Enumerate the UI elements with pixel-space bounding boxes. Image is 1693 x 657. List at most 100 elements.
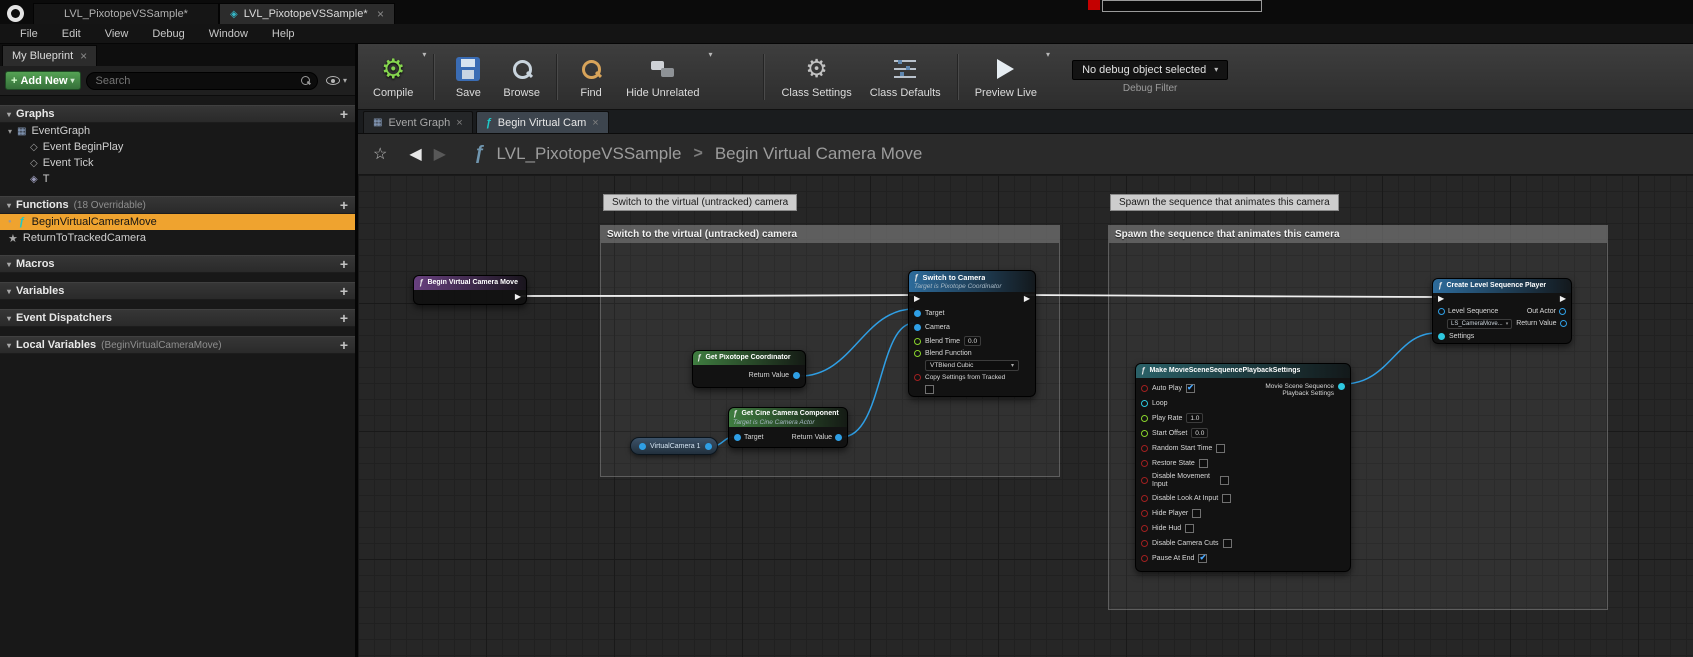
auto-play-checkbox[interactable]: ✔	[1186, 384, 1195, 393]
search-box[interactable]	[86, 72, 318, 90]
start-offset-value[interactable]: 0.0	[1191, 428, 1208, 438]
my-blueprint-tab[interactable]: My Blueprint ×	[2, 45, 97, 66]
add-new-button[interactable]: + Add New ▾	[5, 71, 81, 90]
comment-box-title[interactable]: Spawn the sequence that animates this ca…	[1109, 226, 1607, 243]
bool-pin[interactable]	[1141, 510, 1148, 517]
hide-unrelated-button[interactable]: Hide Unrelated	[617, 50, 708, 103]
close-icon[interactable]: ×	[592, 117, 598, 129]
menu-file[interactable]: File	[8, 25, 50, 43]
favorite-star-icon[interactable]: ☆	[373, 144, 387, 164]
node-get-pixotope-coordinator[interactable]: ƒ Get Pixotope Coordinator Return Value	[692, 350, 806, 388]
exec-input-pin[interactable]: ▶	[914, 295, 920, 303]
add-local-variable-button[interactable]: +	[340, 338, 348, 352]
class-settings-button[interactable]: ⚙ Class Settings	[772, 50, 860, 103]
node-begin-virtual-camera-move[interactable]: ƒ Begin Virtual Camera Move ▶	[413, 275, 527, 305]
compile-options-chevron-icon[interactable]: ▾	[422, 50, 426, 59]
bool-pin[interactable]	[1141, 460, 1148, 467]
blend-time-pin[interactable]	[914, 338, 921, 345]
struct-pin[interactable]	[1141, 400, 1148, 407]
target-pin[interactable]	[914, 310, 921, 317]
camera-pin[interactable]	[914, 324, 921, 331]
tree-item-event-t[interactable]: ◈ T	[0, 171, 355, 187]
back-arrow-icon[interactable]: ◀	[409, 144, 421, 164]
pause-at-end-checkbox[interactable]: ✔	[1198, 554, 1207, 563]
node-switch-to-camera[interactable]: ƒ Switch to Camera Target is Pixotope Co…	[908, 270, 1036, 397]
restore-state-checkbox[interactable]: ✔	[1199, 459, 1208, 468]
class-defaults-button[interactable]: Class Defaults	[861, 50, 950, 103]
add-event-dispatcher-button[interactable]: +	[340, 311, 348, 325]
play-rate-value[interactable]: 1.0	[1186, 413, 1203, 423]
bool-pin[interactable]	[1141, 477, 1148, 484]
document-tab-active[interactable]: ◈ LVL_PixotopeVSSample* ×	[219, 3, 395, 24]
tree-item-eventgraph[interactable]: ▾ ▦ EventGraph	[0, 123, 355, 139]
float-pin[interactable]	[1141, 415, 1148, 422]
menu-help[interactable]: Help	[260, 25, 307, 43]
menu-edit[interactable]: Edit	[50, 25, 93, 43]
close-icon[interactable]: ×	[456, 117, 462, 129]
bool-pin[interactable]	[1141, 555, 1148, 562]
find-button[interactable]: Find	[565, 50, 617, 103]
exec-input-pin[interactable]: ▶	[1438, 295, 1444, 303]
tree-item-begin-virtual-camera-move[interactable]: ● ƒ BeginVirtualCameraMove	[0, 214, 355, 230]
out-actor-pin[interactable]	[1559, 308, 1566, 315]
tab-event-graph[interactable]: ▦ Event Graph ×	[363, 111, 473, 133]
bool-pin[interactable]	[1141, 445, 1148, 452]
bool-pin[interactable]	[1141, 540, 1148, 547]
disable-camera-cuts-checkbox[interactable]: ✔	[1223, 539, 1232, 548]
bool-pin[interactable]	[1141, 525, 1148, 532]
comment-bubble[interactable]: Spawn the sequence that animates this ca…	[1110, 194, 1339, 211]
menu-view[interactable]: View	[93, 25, 141, 43]
add-graph-button[interactable]: +	[340, 107, 348, 121]
node-make-playback-settings[interactable]: ƒ Make MovieSceneSequencePlaybackSetting…	[1135, 363, 1351, 572]
float-pin[interactable]	[1141, 430, 1148, 437]
return-value-pin[interactable]	[793, 372, 800, 379]
tree-item-event-beginplay[interactable]: ◇ Event BeginPlay	[0, 139, 355, 155]
blend-time-value[interactable]: 0.0	[964, 336, 981, 346]
preview-live-chevron-icon[interactable]: ▾	[1046, 50, 1050, 59]
close-icon[interactable]: ×	[377, 8, 384, 20]
level-sequence-pin[interactable]	[1438, 308, 1445, 315]
bool-pin[interactable]	[1141, 495, 1148, 502]
return-value-pin[interactable]	[1560, 320, 1567, 327]
hide-hud-checkbox[interactable]: ✔	[1185, 524, 1194, 533]
level-sequence-asset-dropdown[interactable]: LS_CameraMove... ▾	[1447, 319, 1512, 329]
local-variables-section-header[interactable]: ▾ Local Variables (BeginVirtualCameraMov…	[0, 336, 355, 354]
functions-section-header[interactable]: ▾ Functions (18 Overridable) +	[0, 196, 355, 214]
exec-output-pin[interactable]: ▶	[1560, 295, 1566, 303]
hide-player-checkbox[interactable]: ✔	[1192, 509, 1201, 518]
node-get-cine-camera-component[interactable]: ƒ Get Cine Camera Component Target is Ci…	[728, 407, 848, 448]
tree-item-return-to-tracked-camera[interactable]: ★ ReturnToTrackedCamera	[0, 230, 355, 246]
target-pin[interactable]	[734, 434, 741, 441]
menu-window[interactable]: Window	[197, 25, 260, 43]
expander-icon[interactable]: ▾	[8, 127, 12, 136]
variables-section-header[interactable]: ▾ Variables +	[0, 282, 355, 300]
tree-item-event-tick[interactable]: ◇ Event Tick	[0, 155, 355, 171]
graphs-section-header[interactable]: ▾ Graphs +	[0, 105, 355, 123]
settings-output-pin[interactable]	[1338, 383, 1345, 390]
view-options-button[interactable]: ▾	[323, 76, 350, 85]
menu-debug[interactable]: Debug	[140, 25, 196, 43]
forward-arrow-icon[interactable]: ▶	[434, 144, 446, 164]
blueprint-graph-canvas[interactable]: Switch to the virtual (untracked) camera…	[358, 175, 1693, 657]
breadcrumb-root[interactable]: LVL_PixotopeVSSample	[497, 144, 682, 164]
save-button[interactable]: Save	[442, 50, 494, 103]
node-create-level-sequence-player[interactable]: ƒ Create Level Sequence Player ▶ ▶ Level…	[1432, 278, 1572, 344]
compile-button[interactable]: ⚙ Compile	[364, 50, 422, 103]
random-start-time-checkbox[interactable]: ✔	[1216, 444, 1225, 453]
close-icon[interactable]: ×	[80, 50, 87, 62]
variable-output-pin[interactable]	[705, 443, 712, 450]
add-function-button[interactable]: +	[340, 198, 348, 212]
comment-bubble[interactable]: Switch to the virtual (untracked) camera	[603, 194, 797, 211]
unreal-logo-icon[interactable]	[7, 5, 24, 22]
search-input[interactable]	[87, 75, 317, 87]
disable-movement-input-checkbox[interactable]: ✔	[1220, 476, 1229, 485]
disable-look-at-input-checkbox[interactable]: ✔	[1222, 494, 1231, 503]
hide-unrelated-chevron-icon[interactable]: ▾	[708, 50, 712, 59]
comment-box-title[interactable]: Switch to the virtual (untracked) camera	[601, 226, 1059, 243]
titlebar-input-box[interactable]	[1102, 0, 1262, 12]
exec-output-pin[interactable]: ▶	[1024, 295, 1030, 303]
copy-settings-checkbox[interactable]: ✔	[925, 385, 934, 394]
add-macro-button[interactable]: +	[340, 257, 348, 271]
settings-pin[interactable]	[1438, 333, 1445, 340]
bool-pin[interactable]	[1141, 385, 1148, 392]
